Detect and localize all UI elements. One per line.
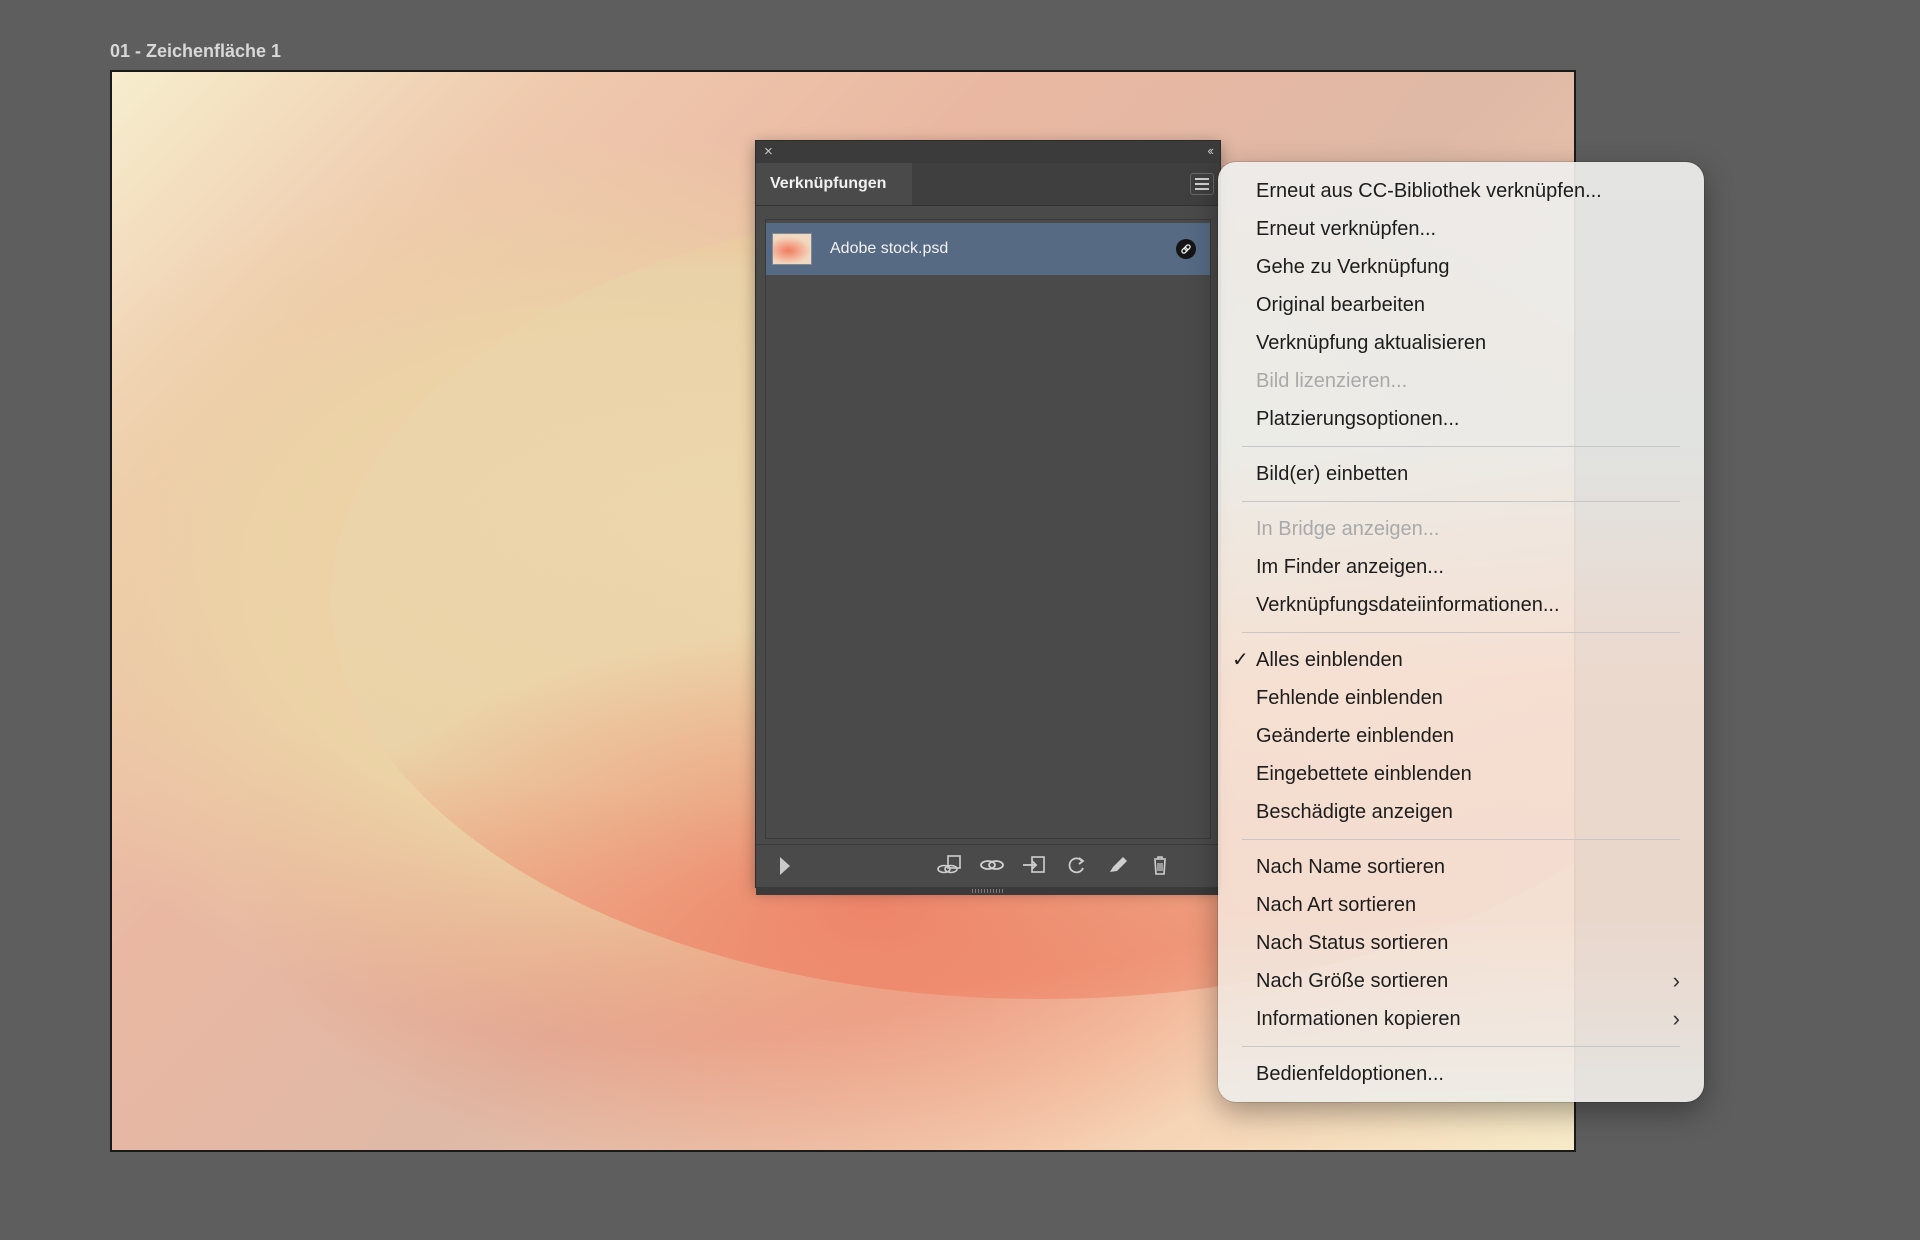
links-panel: × ‹‹ Verknüpfungen Adobe stock.psd [755,140,1221,895]
context-menu: Erneut aus CC-Bibliothek verknüpfen... Er… [1218,162,1704,1102]
menu-item-label: Erneut aus CC-Bibliothek verknüpfen... [1256,180,1602,202]
menu-item-label: Bild lizenzieren... [1256,370,1408,392]
links-list[interactable]: Adobe stock.psd [765,219,1211,839]
menu-item[interactable]: Gehe zu Verknüpfung [1218,248,1704,286]
panel-tabbar: Verknüpfungen [756,163,1220,206]
menu-item-label: Verknüpfungsdateiinformationen... [1256,594,1560,616]
menu-item-label: Gehe zu Verknüpfung [1256,256,1450,278]
go-to-link-icon[interactable] [1020,854,1048,878]
menu-item-label: In Bridge anzeigen... [1256,518,1440,540]
menu-item[interactable]: Fehlende einblenden [1218,679,1704,717]
relink-icon[interactable] [978,854,1006,878]
menu-item[interactable]: ✓ Alles einblenden [1218,641,1704,679]
link-icon [1176,239,1196,259]
menu-item[interactable]: Verknüpfung aktualisieren [1218,324,1704,362]
menu-item-label: Nach Größe sortieren [1256,970,1449,992]
menu-item-label: Erneut verknüpfen... [1256,218,1437,240]
expand-play-icon[interactable] [780,857,790,875]
panel-menu-icon[interactable] [1190,173,1214,195]
panel-footer [756,844,1220,887]
tab-links[interactable]: Verknüpfungen [756,163,912,205]
resize-grip[interactable] [756,887,1220,895]
menu-separator [1242,632,1680,633]
thumbnail-image [772,233,812,265]
menu-item[interactable]: Original bearbeiten [1218,286,1704,324]
menu-item[interactable]: Nach Größe sortieren › [1218,962,1704,1000]
menu-separator [1242,446,1680,447]
menu-item-label: Platzierungsoptionen... [1256,408,1460,430]
menu-item[interactable]: Nach Name sortieren [1218,848,1704,886]
menu-item-label: Bild(er) einbetten [1256,463,1409,485]
trash-icon[interactable] [1146,854,1174,878]
menu-item[interactable]: Nach Art sortieren [1218,886,1704,924]
menu-item[interactable]: Erneut verknüpfen... [1218,210,1704,248]
menu-item-label: Nach Status sortieren [1256,932,1449,954]
link-filename: Adobe stock.psd [830,240,949,257]
menu-item[interactable]: Im Finder anzeigen... [1218,548,1704,586]
menu-item-label: Nach Art sortieren [1256,894,1417,916]
menu-item[interactable]: Erneut aus CC-Bibliothek verknüpfen... [1218,172,1704,210]
menu-item: In Bridge anzeigen... [1218,510,1704,548]
menu-item-label: Eingebettete einblenden [1256,763,1472,785]
menu-item-label: Verknüpfung aktualisieren [1256,332,1487,354]
menu-item-label: Alles einblenden [1256,649,1403,671]
menu-item-label: Nach Name sortieren [1256,856,1445,878]
relink-cc-library-icon[interactable] [936,854,964,878]
menu-item[interactable]: Bedienfeldoptionen... [1218,1055,1704,1093]
panel-titlebar[interactable]: × ‹‹ [756,141,1220,163]
menu-item-label: Geänderte einblenden [1256,725,1454,747]
list-item[interactable]: Adobe stock.psd [766,223,1210,275]
menu-item-label: Bedienfeldoptionen... [1256,1063,1444,1085]
update-link-icon[interactable] [1062,854,1090,878]
menu-item-label: Original bearbeiten [1256,294,1425,316]
menu-item-label: Informationen kopieren [1256,1008,1461,1030]
menu-item[interactable]: Bild(er) einbetten [1218,455,1704,493]
menu-item[interactable]: Informationen kopieren › [1218,1000,1704,1038]
edit-original-icon[interactable] [1104,854,1132,878]
close-icon[interactable]: × [764,143,773,160]
menu-item-label: Beschädigte anzeigen [1256,801,1453,823]
menu-item[interactable]: Nach Status sortieren [1218,924,1704,962]
artboard-label: 01 - Zeichenfläche 1 [110,41,282,61]
menu-item[interactable]: Verknüpfungsdateiinformationen... [1218,586,1704,624]
menu-item: Bild lizenzieren... [1218,362,1704,400]
menu-item-label: Im Finder anzeigen... [1256,556,1444,578]
menu-item[interactable]: Platzierungsoptionen... [1218,400,1704,438]
checkmark-icon: ✓ [1232,649,1249,671]
chevron-right-icon: › [1672,1006,1680,1031]
menu-separator [1242,839,1680,840]
menu-item[interactable]: Beschädigte anzeigen [1218,793,1704,831]
menu-separator [1242,501,1680,502]
menu-item[interactable]: Eingebettete einblenden [1218,755,1704,793]
collapse-icon[interactable]: ‹‹ [1207,143,1214,158]
menu-item[interactable]: Geänderte einblenden [1218,717,1704,755]
menu-separator [1242,1046,1680,1047]
menu-item-label: Fehlende einblenden [1256,687,1443,709]
chevron-right-icon: › [1672,968,1680,993]
